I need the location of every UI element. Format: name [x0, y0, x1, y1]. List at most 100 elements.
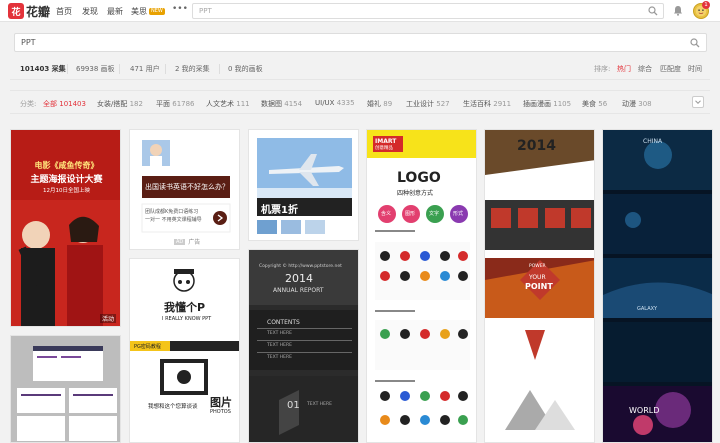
- power-mid: YOUR: [529, 274, 546, 281]
- category-item[interactable]: 人文艺术 111: [206, 99, 250, 109]
- nav-home[interactable]: 首页: [56, 6, 72, 17]
- pin-ad-english[interactable]: 出国读书英语不好怎么办？ 团队成都K免费口语练习 一对一 不用英文课程辅导 AD…: [129, 129, 240, 250]
- main-search-input[interactable]: PPT: [14, 33, 707, 52]
- sort-option-overall[interactable]: 综合: [638, 64, 652, 74]
- category-item[interactable]: 女装/搭配 182: [97, 99, 143, 109]
- tab-divider: [119, 64, 120, 74]
- more-menu-button[interactable]: •••: [172, 4, 188, 14]
- category-name: 插画漫画: [523, 100, 551, 108]
- category-name: 美食: [582, 100, 596, 108]
- category-item[interactable]: 插画漫画 1105: [523, 99, 571, 109]
- airplane-image: [249, 130, 358, 240]
- p-card-photo-en: PHOTOS: [210, 409, 231, 415]
- search-icon[interactable]: [648, 6, 658, 16]
- category-count: 89: [383, 100, 393, 108]
- category-count: 1105: [553, 100, 572, 108]
- category-count: 4335: [336, 99, 355, 107]
- poster-date: 12月10日全国上映: [43, 188, 90, 194]
- report-year: 2014: [285, 272, 313, 285]
- top-search-input[interactable]: PPT: [192, 3, 664, 19]
- category-name: UI/UX: [315, 99, 335, 107]
- category-label: 分类:: [20, 100, 37, 108]
- category-name: 数据图: [261, 100, 282, 108]
- top-search-value: PPT: [199, 7, 212, 15]
- sort-option-hot[interactable]: 热门: [617, 64, 631, 74]
- search-icon[interactable]: [690, 38, 700, 48]
- space-template-image: [603, 130, 712, 442]
- main-search-value: PPT: [21, 38, 36, 47]
- power-top: POWER: [529, 264, 546, 269]
- logo-sheet-subtitle: 四种创意方式: [397, 190, 434, 197]
- report-item: TEXT HERE: [267, 331, 292, 336]
- logo-sheet-title: LOGO: [397, 170, 441, 186]
- category-item[interactable]: 全部 101403: [43, 99, 86, 109]
- notification-count-badge: 1: [702, 1, 710, 9]
- plane-label: 机票1折: [261, 205, 298, 216]
- category-item[interactable]: 平面 61786: [156, 99, 195, 109]
- bell-icon[interactable]: [673, 5, 683, 16]
- slides-preview-image: [11, 336, 120, 442]
- category-count: 56: [598, 100, 608, 108]
- category-item[interactable]: 生活百科 2911: [463, 99, 511, 109]
- ad-headline: 出国读书英语不好怎么办？: [145, 183, 229, 191]
- ppt-tutorial-image: [130, 259, 239, 442]
- category-item[interactable]: 动漫 308: [622, 99, 652, 109]
- pin-logo-design-sheet[interactable]: IMART 创意精品 LOGO 四种创意方式 含义 图形 文字 形式: [366, 129, 477, 443]
- category-name: 平面: [156, 100, 170, 108]
- category-item[interactable]: UI/UX 4335: [315, 99, 355, 107]
- category-item[interactable]: 工业设计 527: [406, 99, 450, 109]
- nav-latest[interactable]: 最新: [107, 6, 123, 17]
- logo-sheet-circle-label: 形式: [453, 211, 464, 217]
- poster-title-line1: 电影《咸鱼传奇》: [34, 161, 99, 170]
- category-count: 308: [638, 100, 652, 108]
- tab-boards[interactable]: 69938 画板: [76, 64, 115, 74]
- category-count: 182: [129, 100, 143, 108]
- category-name: 女装/搭配: [97, 100, 128, 108]
- space-word1: CHINA: [643, 138, 663, 145]
- category-item[interactable]: 数据图 4154: [261, 99, 302, 109]
- template-year: 2014: [517, 138, 556, 154]
- tab-my-boards[interactable]: 0 我的画板: [228, 64, 263, 74]
- pin-2014-template[interactable]: 2014 POWER YOUR POINT: [484, 129, 595, 443]
- pin-airplane[interactable]: 机票1折: [248, 129, 359, 241]
- category-count: 2911: [493, 100, 512, 108]
- logo-sheet-brand-sub: 创意精品: [375, 146, 393, 151]
- p-card-photo: 图片: [210, 396, 232, 409]
- new-badge: NEW: [149, 8, 165, 15]
- sort-option-relevance[interactable]: 匹配度: [660, 64, 681, 74]
- report-item: TEXT HERE: [267, 343, 292, 348]
- sort-option-time[interactable]: 时间: [688, 64, 702, 74]
- ad-label-row: AD 广告: [174, 237, 200, 246]
- category-name: 工业设计: [406, 100, 434, 108]
- pin-ppt-tutorial[interactable]: 我懂个P I REALLY KNOW PPT PG密码教程 我想和这个您算谈谈 …: [129, 258, 240, 443]
- report-number: 01: [287, 400, 300, 411]
- logo-sheet-circle-label: 文字: [429, 211, 440, 217]
- ad-desc-line1: 团队成都K免费口语练习: [145, 209, 199, 215]
- category-expand-button[interactable]: [692, 96, 704, 108]
- nav-discover[interactable]: 发现: [82, 6, 98, 17]
- logo-sheet-brand: IMART: [375, 138, 397, 145]
- tab-divider: [219, 64, 220, 74]
- ad-label: 广告: [188, 239, 201, 246]
- space-word2: GALAXY: [637, 306, 658, 312]
- tab-my-pins[interactable]: 2 我的采集: [175, 64, 210, 74]
- category-count: 527: [436, 100, 450, 108]
- nav-beauty[interactable]: 美思 NEW: [131, 6, 165, 17]
- pin-space-template[interactable]: CHINA GALAXY WORLD: [602, 129, 713, 443]
- nav-beauty-label: 美思: [131, 7, 147, 16]
- pin-annual-report[interactable]: Copyright © http://www.pptstore.net 2014…: [248, 249, 359, 443]
- pin-slides-preview[interactable]: [10, 335, 121, 443]
- category-item[interactable]: 美食 56: [582, 99, 607, 109]
- p-card-sub: I REALLY KNOW PPT: [162, 316, 212, 322]
- top-navigation-bar: 花 花瓣 首页 发现 最新 美思 NEW ••• PPT 1: [0, 0, 720, 22]
- category-item[interactable]: 婚礼 89: [367, 99, 392, 109]
- tab-pins[interactable]: 101403 采集: [20, 64, 66, 74]
- category-count: 4154: [284, 100, 303, 108]
- tab-users[interactable]: 471 用户: [130, 64, 160, 74]
- report-copyright: Copyright © http://www.pptstore.net: [259, 264, 342, 269]
- report-item: TEXT HERE: [267, 355, 292, 360]
- ad-box: AD: [174, 238, 186, 245]
- category-name: 生活百科: [463, 100, 491, 108]
- huaban-logo[interactable]: 花 花瓣: [8, 2, 50, 20]
- pin-movie-poster[interactable]: 电影《咸鱼传奇》 主题海报设计大赛 12月10日全国上映 活动: [10, 129, 121, 327]
